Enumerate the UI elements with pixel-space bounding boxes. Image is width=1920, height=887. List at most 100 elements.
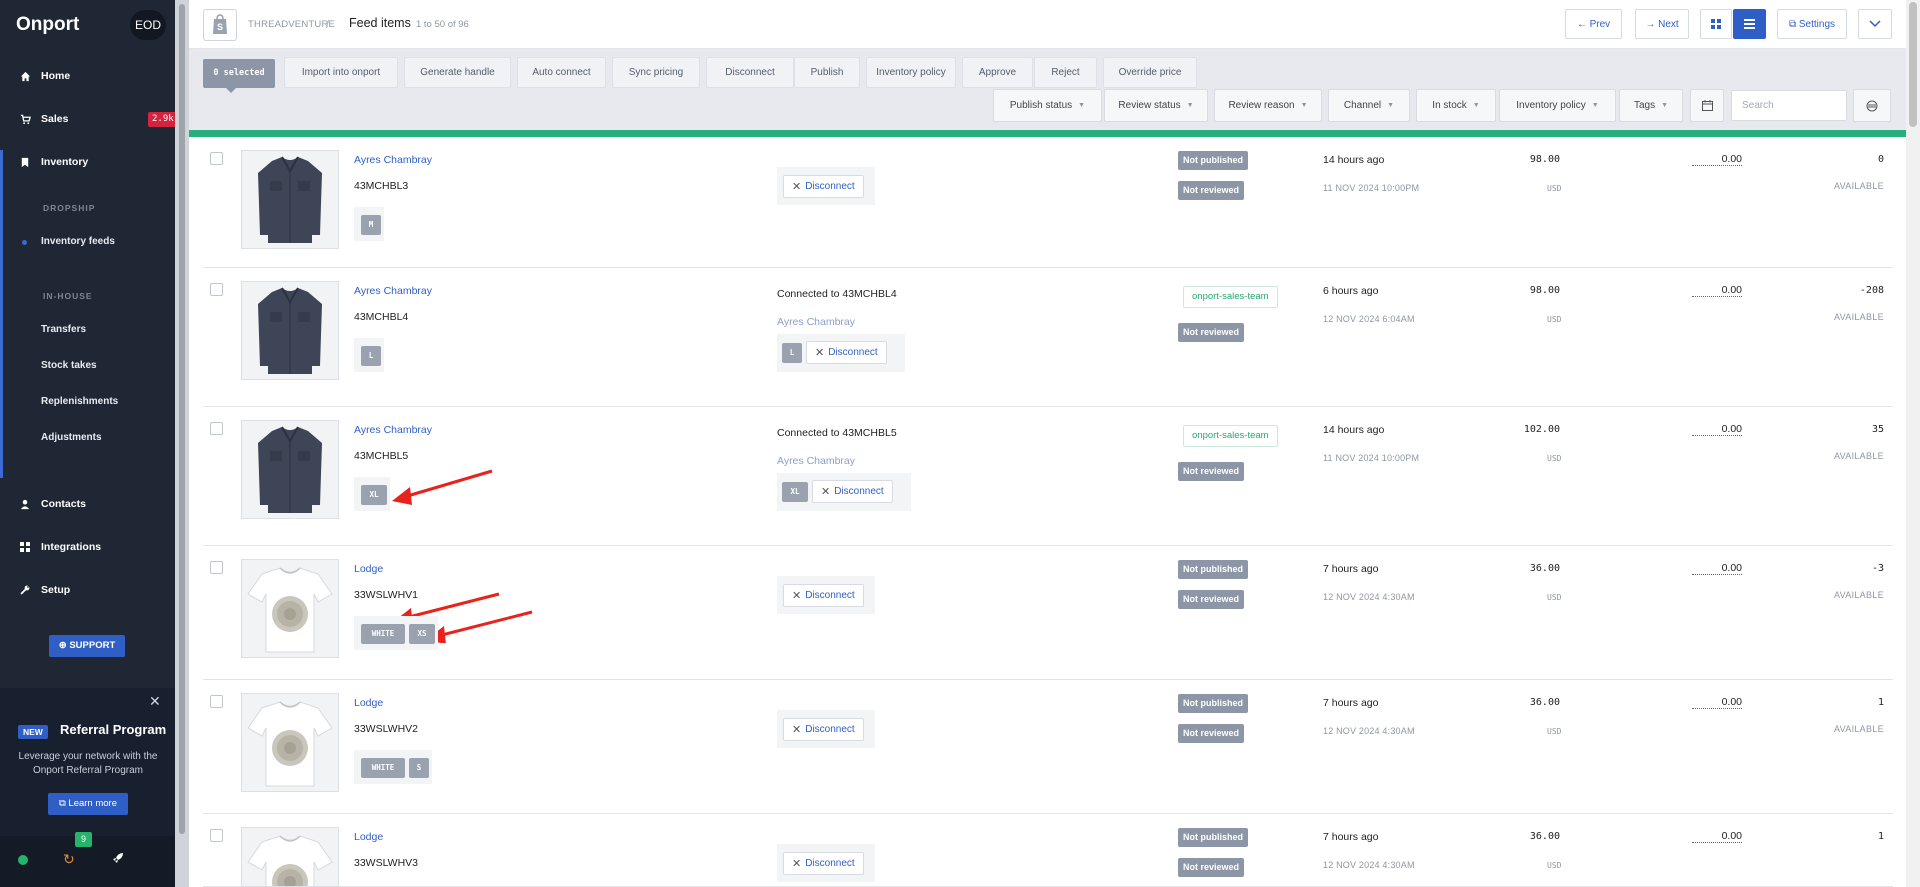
row-checkbox[interactable] [210, 422, 223, 435]
table-row[interactable] [203, 814, 1893, 887]
product-image[interactable] [241, 693, 339, 792]
prev-button[interactable]: ← Prev [1565, 9, 1622, 39]
cost-value[interactable]: 0.00 [1692, 830, 1742, 843]
more-dropdown-button[interactable] [1858, 9, 1892, 39]
product-name-link[interactable]: Ayres Chambray [354, 285, 432, 297]
product-sku: 43MCHBL5 [354, 450, 409, 462]
row-checkbox[interactable] [210, 283, 223, 296]
stock-quantity: -208 [1859, 285, 1884, 296]
sidebar-item-setup[interactable]: Setup [0, 579, 175, 601]
inventory-policy-button[interactable]: Inventory policy [866, 57, 956, 88]
import-button[interactable]: Import into onport [284, 57, 398, 88]
close-icon[interactable]: ✕ [149, 693, 161, 710]
row-checkbox[interactable] [210, 561, 223, 574]
product-image[interactable] [241, 420, 339, 519]
sidebar-item-inventory[interactable]: Inventory [0, 151, 175, 173]
channel-badge: onport-sales-team [1183, 425, 1278, 447]
review-status-badge: Not reviewed [1178, 462, 1245, 481]
search-input[interactable] [1731, 90, 1847, 121]
table-row[interactable] [203, 268, 1893, 407]
cost-value[interactable]: 0.00 [1692, 153, 1742, 166]
product-image[interactable] [241, 559, 339, 658]
price-currency: USD [1547, 593, 1562, 602]
support-button[interactable]: ⊕ SUPPORT [49, 635, 125, 657]
connected-product-link[interactable]: Ayres Chambray [777, 455, 855, 467]
cost-value[interactable]: 0.00 [1692, 696, 1742, 709]
disconnect-button[interactable]: ✕ Disconnect [812, 480, 893, 503]
sidebar-item-contacts[interactable]: Contacts [0, 493, 175, 515]
sidebar-item-label: Sales [41, 113, 69, 125]
result-count: 1 to 50 of 96 [416, 19, 469, 30]
product-sku: 33WSLWHV3 [354, 857, 418, 869]
selected-count[interactable]: 0 selected [203, 59, 275, 88]
inventory-policy-filter[interactable]: Inventory policy ▼ [1499, 89, 1616, 122]
grid-view-button[interactable] [1700, 9, 1732, 39]
product-name-link[interactable]: Lodge [354, 697, 383, 709]
generate-handle-button[interactable]: Generate handle [404, 57, 511, 88]
date-filter-button[interactable] [1690, 89, 1724, 122]
approve-button[interactable]: Approve [962, 57, 1033, 88]
sidebar-scrollbar[interactable] [175, 0, 189, 887]
table-row[interactable] [203, 680, 1893, 814]
learn-more-button[interactable]: ⧉ Learn more [48, 793, 128, 815]
disconnect-button[interactable]: ✕ Disconnect [783, 175, 864, 198]
disconnect-button[interactable]: ✕ Disconnect [806, 341, 887, 364]
sidebar-item-integrations[interactable]: Integrations [0, 536, 175, 558]
sidebar-item-inventory-feeds[interactable]: Inventory feeds [41, 236, 115, 247]
sidebar-item-transfers[interactable]: Transfers [41, 324, 86, 335]
sync-pricing-button[interactable]: Sync pricing [612, 57, 700, 88]
review-reason-filter[interactable]: Review reason ▼ [1214, 89, 1322, 122]
in-stock-filter[interactable]: In stock ▼ [1416, 89, 1496, 122]
disconnect-button[interactable]: ✕ Disconnect [783, 584, 864, 607]
progress-bar [189, 130, 1906, 137]
columns-button[interactable] [1853, 89, 1891, 122]
cost-value[interactable]: 0.00 [1692, 423, 1742, 436]
price-currency: USD [1547, 727, 1562, 736]
connected-product-link[interactable]: Ayres Chambray [777, 316, 855, 328]
sidebar-item-adjustments[interactable]: Adjustments [41, 432, 102, 443]
list-view-button[interactable] [1733, 9, 1766, 39]
cost-value[interactable]: 0.00 [1692, 284, 1742, 297]
disconnect-button[interactable]: ✕ Disconnect [783, 718, 864, 741]
scrollbar-thumb[interactable] [1909, 2, 1917, 127]
row-checkbox[interactable] [210, 152, 223, 165]
tags-filter[interactable]: Tags ▼ [1619, 89, 1683, 122]
override-price-button[interactable]: Override price [1103, 57, 1197, 88]
sidebar-item-stock-takes[interactable]: Stock takes [41, 360, 97, 371]
product-name-link[interactable]: Ayres Chambray [354, 154, 432, 166]
review-status-badge: Not reviewed [1178, 181, 1245, 200]
publish-status-filter[interactable]: Publish status ▼ [993, 89, 1102, 122]
table-row[interactable] [203, 137, 1893, 268]
product-name-link[interactable]: Lodge [354, 831, 383, 843]
stock-quantity: 1 [1877, 831, 1884, 842]
updated-date: 12 NOV 2024 6:04AM [1323, 314, 1415, 324]
product-image[interactable] [241, 281, 339, 380]
refresh-icon[interactable]: ↻ [63, 851, 75, 868]
cost-value[interactable]: 0.00 [1692, 562, 1742, 575]
settings-button[interactable]: ⧉ Settings [1777, 9, 1847, 39]
product-name-link[interactable]: Ayres Chambray [354, 424, 432, 436]
app-logo[interactable]: Onport [16, 14, 79, 36]
sidebar-item-replenishments[interactable]: Replenishments [41, 396, 118, 407]
status-dot-icon[interactable] [18, 855, 28, 865]
auto-connect-button[interactable]: Auto connect [517, 57, 606, 88]
next-button[interactable]: → Next [1635, 9, 1689, 39]
product-image[interactable] [241, 827, 339, 887]
breadcrumb-store[interactable]: THREADVENTURE [248, 19, 335, 30]
channel-filter[interactable]: Channel ▼ [1328, 89, 1410, 122]
disconnect-button[interactable]: ✕ Disconnect [783, 852, 864, 875]
product-name-link[interactable]: Lodge [354, 563, 383, 575]
row-checkbox[interactable] [210, 695, 223, 708]
row-checkbox[interactable] [210, 829, 223, 842]
page-scrollbar[interactable] [1906, 0, 1920, 887]
sidebar-item-home[interactable]: Home [0, 65, 175, 87]
reject-button[interactable]: Reject [1034, 57, 1097, 88]
workspace-avatar[interactable]: EOD [130, 10, 166, 40]
review-status-filter[interactable]: Review status ▼ [1104, 89, 1208, 122]
disconnect-bulk-button[interactable]: Disconnect [706, 57, 794, 88]
publish-button[interactable]: Publish [794, 57, 860, 88]
product-image[interactable] [241, 150, 339, 249]
option-tag: L [361, 346, 381, 366]
caret-down-icon: ▼ [1078, 102, 1086, 109]
rocket-icon[interactable] [112, 852, 124, 867]
